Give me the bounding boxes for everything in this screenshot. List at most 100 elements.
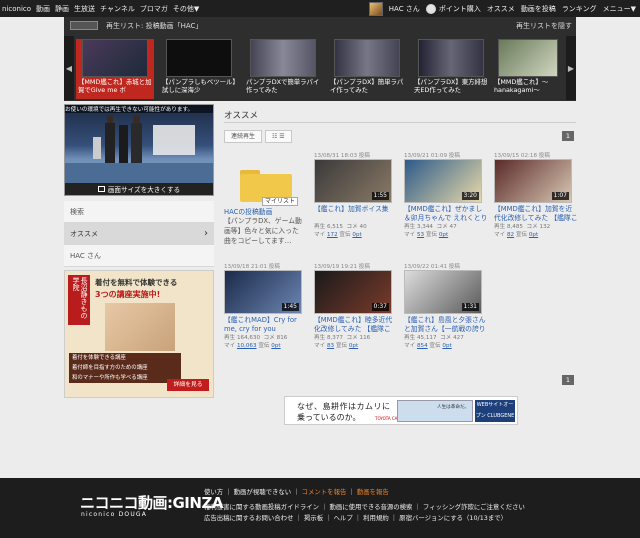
- playlist-item[interactable]: 【パンプラしもベツール】試しに深海少: [160, 39, 238, 99]
- video-stats-2: マイ 53 宣伝 0pt: [404, 232, 449, 238]
- recommend-link[interactable]: オススメ: [487, 4, 515, 14]
- ad-bullet: 着付師を目指す方のための講座: [72, 365, 148, 371]
- prev-arrow-icon[interactable]: ◀: [64, 36, 74, 100]
- camry-banner-ad[interactable]: なぜ、島耕作はカムリに 乗っているのか。 TOYOTA CAMRY 人生は革命だ…: [284, 396, 518, 425]
- video-stats: 再生 164,630 コメ 816: [224, 335, 288, 341]
- video-title[interactable]: 【艦これMAD】Cry for me, cry for you: [224, 316, 308, 334]
- playlist-item-title: 【パンプラしもベツール】試しに深海少: [162, 78, 236, 94]
- banner-line1: なぜ、島耕作はカムリに: [297, 402, 391, 411]
- playlist-item[interactable]: 【MMD艦これ】赤城と加賀でGive me ボ: [76, 39, 154, 99]
- video-stats-2: マイ 83 宣伝 0pt: [314, 343, 359, 349]
- sidebar-nav: 検索 オススメ HAC さん: [64, 201, 214, 267]
- video-card[interactable]: 13/09/18 21:01 投稿 1:45 【艦これMAD】Cry for m…: [224, 262, 308, 350]
- mylist-badge: マイリスト: [261, 197, 298, 206]
- page-number-bottom[interactable]: 1: [562, 375, 574, 385]
- enlarge-screen-button[interactable]: 画面サイズを大きくする: [65, 183, 213, 195]
- nav-seiga[interactable]: 静画: [55, 4, 69, 14]
- playlist-thumb: [166, 39, 232, 77]
- logo-subtitle: niconico DOUGA: [81, 511, 148, 518]
- video-card[interactable]: 13/09/19 19:21 投稿 0:37 【MMD艦これ】睦多近代化改修して…: [314, 262, 398, 350]
- video-date: 13/09/22 01:41 投稿: [404, 264, 460, 270]
- footer-link-report-video[interactable]: 動画を報告: [357, 488, 389, 496]
- ad-cta-button[interactable]: 詳細を見る: [167, 379, 209, 391]
- kimono-ad[interactable]: 長沼静きもの学院 着付を無料で体験できる 3つの講座実施中! 着付を体験できる講…: [64, 270, 214, 398]
- footer-link-cannot-play[interactable]: 動画が視聴できない: [234, 488, 292, 496]
- video-card[interactable]: 13/09/15 02:18 投稿 1:07 【MMD艦これ】加賀を近代化改修し…: [494, 151, 578, 239]
- ad-photo: [105, 303, 175, 351]
- sidebar-item-user[interactable]: HAC さん: [64, 245, 214, 267]
- next-arrow-icon[interactable]: ▶: [566, 36, 576, 100]
- sidebar-item-recommend[interactable]: オススメ: [64, 223, 214, 245]
- playlist-item[interactable]: パンプラDXで簡単ラパイ作ってみた: [244, 39, 322, 99]
- video-thumb[interactable]: 3:20: [404, 159, 482, 203]
- video-duration: 1:45: [281, 303, 299, 311]
- video-card[interactable]: 13/09/21 01:09 投稿 3:20 【MMD艦これ】ぜかまし＆卯月ちゃ…: [404, 151, 488, 239]
- footer-line2[interactable]: 権利侵害に関する動画投稿ガイドライン ｜ 動画に使用できる音源の検索 ｜ フィッ…: [204, 502, 525, 513]
- video-duration: 3:20: [461, 192, 479, 200]
- expand-icon: [97, 186, 105, 192]
- page-title: オススメ: [224, 111, 259, 121]
- video-duration: 1:55: [371, 192, 389, 200]
- nav-other-menu[interactable]: その他▼: [173, 4, 199, 14]
- video-date: 13/09/15 02:18 投稿: [494, 153, 550, 159]
- video-stats-2: マイ 82 宣伝 0pt: [494, 232, 539, 238]
- nav-channel[interactable]: チャンネル: [100, 4, 135, 14]
- upload-link[interactable]: 動画を投稿: [521, 4, 556, 14]
- video-card[interactable]: 13/09/22 01:41 投稿 1:31 【艦これ】島風と夕張さんと加賀さん…: [404, 262, 488, 350]
- footer-link-report-comment[interactable]: コメントを報告: [302, 488, 347, 496]
- footer-line3[interactable]: 広告出稿に関するお問い合わせ ｜ 掲示板 ｜ ヘルプ ｜ 利用規約 ｜ 原宿バー…: [204, 513, 525, 524]
- video-stats: 再生 8,377 コメ 116: [314, 335, 371, 341]
- playlist-item[interactable]: 【パンプラDX】簡単ラパイ作ってみた: [328, 39, 406, 99]
- points-link[interactable]: ポイント購入: [439, 4, 481, 14]
- video-thumb[interactable]: 1:31: [404, 270, 482, 314]
- avatar[interactable]: [368, 1, 383, 16]
- footer-link-howto[interactable]: 使い方: [204, 488, 223, 496]
- video-thumb[interactable]: 1:45: [224, 270, 302, 314]
- playlist-icon: [70, 21, 98, 30]
- playlist-bar: 再生リスト: 投稿動画「HAC」 再生リストを隠す ◀ 【MMD艦これ】赤城と加…: [64, 17, 576, 101]
- playlist-item[interactable]: 【MMD艦これ】～hanakagami～: [492, 39, 562, 99]
- view-toggle-list-icon[interactable]: ☷ ☰: [265, 130, 292, 143]
- video-title[interactable]: 【MMD艦これ】ぜかまし＆卯月ちゃんで えれくとり: [404, 205, 488, 223]
- video-title[interactable]: 【MMD艦これ】睦多近代化改修してみた 【艦隊こ: [314, 316, 398, 334]
- gear-icon[interactable]: ⚙: [425, 3, 436, 14]
- video-date: 13/08/31 18:03 投稿: [314, 153, 370, 159]
- video-thumb[interactable]: 1:55: [314, 159, 392, 203]
- playlist-header: 再生リスト: 投稿動画「HAC」 再生リストを隠す: [64, 17, 576, 34]
- video-stats: 再生 3,344 コメ 47: [404, 224, 457, 230]
- ad-vertical-logo: 長沼静きもの学院: [68, 275, 90, 325]
- niconico-logo[interactable]: ニコニコ動画:GINZA: [80, 492, 223, 513]
- banner-cta[interactable]: WEBサイトオープン CLUBGENE: [475, 400, 515, 422]
- video-date: 13/09/21 01:09 投稿: [404, 153, 460, 159]
- video-title[interactable]: 【艦これ】島風と夕張さんと加賀さん【一航戦の誇り: [404, 316, 488, 334]
- video-title[interactable]: 【艦これ】加賀ボイス集: [314, 205, 398, 223]
- page-number-top[interactable]: 1: [562, 131, 574, 141]
- list-controls: 連続再生 ☷ ☰: [224, 130, 295, 144]
- banner-line2: 乗っているのか。: [297, 413, 361, 422]
- play-all-button[interactable]: 連続再生: [224, 130, 263, 143]
- mylist-title[interactable]: HACの投稿動画: [224, 206, 272, 216]
- ranking-link[interactable]: ランキング: [562, 4, 597, 14]
- nav-niconico[interactable]: niconico: [2, 5, 31, 13]
- video-thumb[interactable]: 1:07: [494, 159, 572, 203]
- username[interactable]: HAC さん: [389, 4, 420, 14]
- nav-live[interactable]: 生放送: [74, 4, 95, 14]
- playlist-item[interactable]: 【パンプラDX】東方緋想天ED作ってみた: [412, 39, 490, 99]
- playlist-thumb: [498, 39, 558, 77]
- user-nav: HAC さん ⚙ ポイント購入 オススメ 動画を投稿 ランキング メニュー▼: [363, 0, 636, 17]
- sidebar-item-search[interactable]: 検索: [64, 201, 214, 223]
- site-header: niconico 動画 静画 生放送 チャンネル ブロマガ その他▼ HAC さ…: [0, 0, 640, 17]
- folder-icon[interactable]: マイリスト: [240, 168, 298, 206]
- video-card[interactable]: 13/08/31 18:03 投稿 1:55 【艦これ】加賀ボイス集 再生 6,…: [314, 151, 398, 239]
- nav-douga[interactable]: 動画: [36, 4, 50, 14]
- hide-playlist-button[interactable]: 再生リストを隠す: [516, 21, 572, 31]
- global-nav: niconico 動画 静画 生放送 チャンネル ブロマガ その他▼: [2, 0, 204, 17]
- video-player[interactable]: お使いの環境では再生できない可能性があります。 画面サイズを大きくする: [64, 104, 214, 196]
- video-thumb[interactable]: 0:37: [314, 270, 392, 314]
- ad-headline: 着付を無料で体験できる: [95, 278, 178, 287]
- menu-dropdown[interactable]: メニュー▼: [603, 4, 636, 14]
- ad-bullet: 着付を体験できる講座: [72, 355, 126, 361]
- nav-blomaga[interactable]: ブロマガ: [140, 4, 168, 14]
- video-title[interactable]: 【MMD艦これ】加賀を近代化改修してみた 【艦隊こ: [494, 205, 578, 223]
- playlist-item-title: 【MMD艦これ】赤城と加賀でGive me ボ: [78, 78, 152, 94]
